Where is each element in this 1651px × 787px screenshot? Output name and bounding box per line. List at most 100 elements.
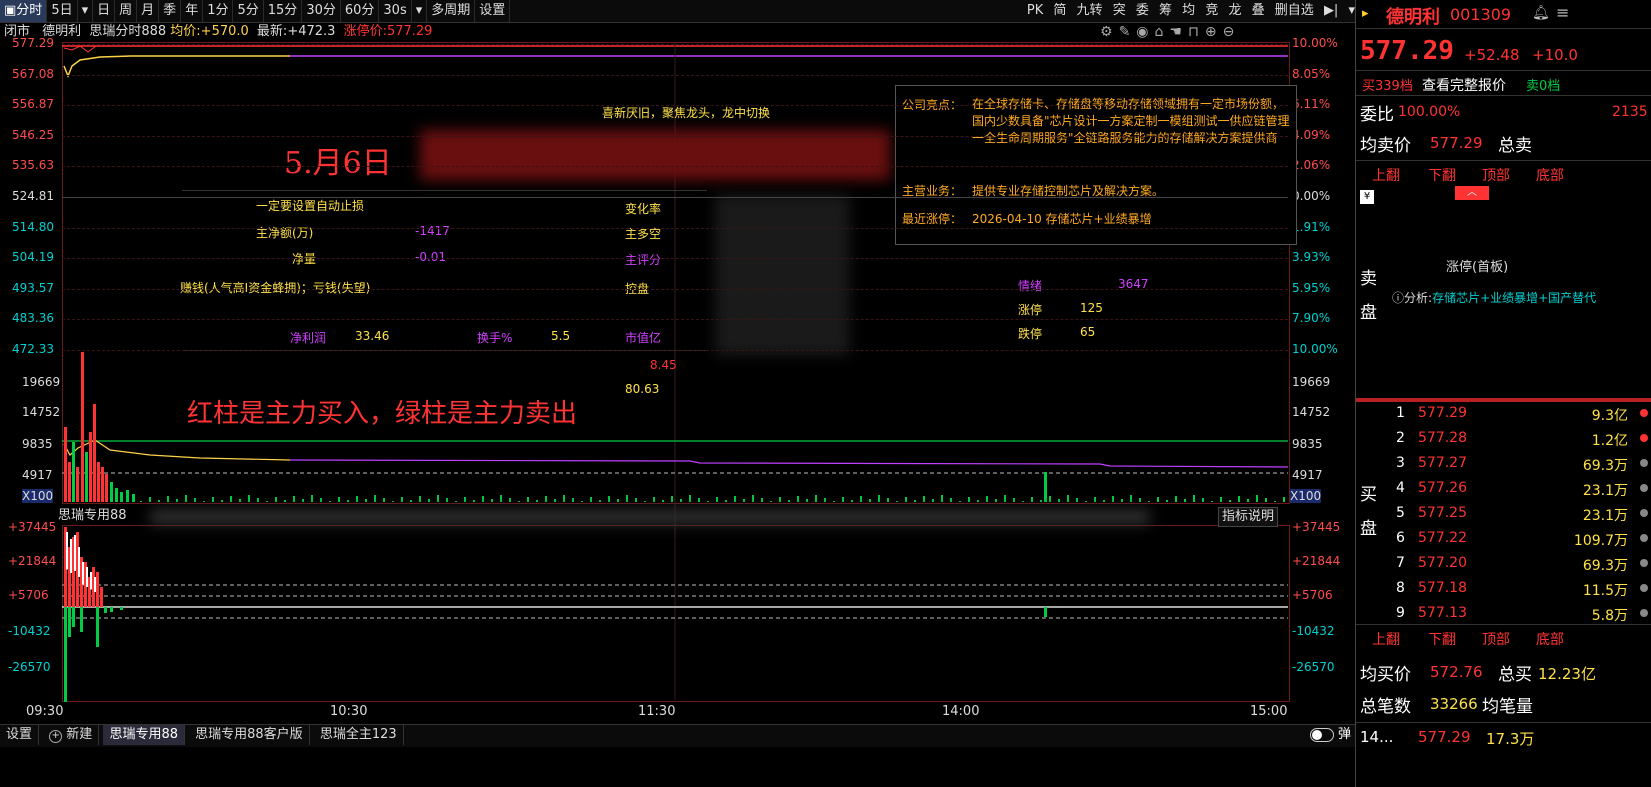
volume-bar: [788, 500, 790, 502]
popup-toggle[interactable]: 弹: [1309, 726, 1351, 744]
tab-indicator-88[interactable]: 思瑞专用88: [103, 725, 185, 745]
volume-bar: [1211, 501, 1213, 502]
status-dot-icon: [1640, 434, 1648, 442]
volume-bar: [626, 495, 628, 502]
tab-indicator-123[interactable]: 思瑞全主123: [314, 725, 404, 745]
money-rule: 赚钱(人气高I资金蜂拥)；亏钱(失望): [180, 281, 371, 295]
date-annotation: 5.月6日: [284, 146, 392, 181]
net-value: -0.01: [415, 250, 447, 264]
page-up-button[interactable]: 上翻: [1372, 629, 1400, 649]
page-down-button[interactable]: 下翻: [1428, 165, 1456, 185]
collapse-icon[interactable]: ▸: [1362, 6, 1369, 21]
volume-bar: [85, 452, 88, 502]
bid-volume: 9.3亿: [1591, 408, 1628, 424]
bid-row[interactable]: 6 577.22 109.7万: [1356, 527, 1651, 551]
bid-row[interactable]: 7 577.20 69.3万: [1356, 552, 1651, 576]
volume-bar: [115, 488, 118, 502]
menu-icon[interactable]: ≡: [1556, 3, 1569, 22]
avg-price-line-start: [63, 55, 290, 79]
blurred-indicator-values: [150, 510, 1150, 524]
divider: [1356, 28, 1651, 29]
grid-line: [62, 258, 1288, 260]
total-sell-label: 总卖: [1498, 136, 1532, 156]
bid-row[interactable]: 8 577.18 11.5万: [1356, 577, 1651, 601]
market-cap-label: 市值亿: [625, 331, 662, 345]
volume-bar: [1157, 497, 1159, 502]
price-wiggle: [63, 45, 97, 53]
settings-button[interactable]: 设置: [0, 725, 40, 745]
buy-levels-tab[interactable]: 买339档: [1362, 75, 1413, 94]
volume-bar: [833, 501, 835, 502]
volume-bar: [311, 495, 313, 502]
page-up-button[interactable]: 上翻: [1372, 165, 1400, 185]
bid-price: 577.29: [1418, 405, 1467, 421]
bid-level: 3: [1396, 455, 1405, 471]
net-main-label: 主净额(万): [256, 226, 314, 240]
page-top-button[interactable]: 顶部: [1482, 165, 1510, 185]
volume-bar: [1229, 500, 1231, 502]
volume-ma-curve: [289, 459, 1289, 468]
total-trades-value: 33266: [1430, 695, 1478, 713]
volume-bar: [167, 496, 169, 502]
page-down-button[interactable]: 下翻: [1428, 629, 1456, 649]
volume-bar: [320, 498, 322, 502]
volume-bar: [725, 500, 727, 502]
page-bottom-button[interactable]: 底部: [1536, 165, 1564, 185]
bid-row[interactable]: 3 577.27 69.3万: [1356, 452, 1651, 476]
bid-volume: 1.2亿: [1591, 433, 1628, 449]
grid-line: [62, 105, 1288, 107]
bid-row[interactable]: 4 577.26 23.1万: [1356, 477, 1651, 501]
volume-bar: [905, 497, 907, 502]
page-top-button[interactable]: 顶部: [1482, 629, 1510, 649]
bid-price: 577.26: [1418, 480, 1467, 496]
bid-price: 577.27: [1418, 455, 1467, 471]
volume-bar: [518, 501, 520, 502]
bid-row[interactable]: 1 577.29 9.3亿: [1356, 402, 1651, 426]
volume-bar: [959, 501, 961, 502]
volume-bar: [671, 496, 673, 502]
volume-bar: [851, 500, 853, 502]
new-tab-button[interactable]: + 新建: [43, 725, 100, 745]
bell-icon[interactable]: 🔔︎: [1532, 5, 1550, 21]
volume-bar: [644, 501, 646, 502]
volume-bar: [509, 498, 511, 502]
sell-levels-tab[interactable]: 卖0档: [1526, 75, 1560, 94]
bid-row[interactable]: 2 577.28 1.2亿: [1356, 427, 1651, 451]
status-dot-icon: [1640, 459, 1648, 467]
recent-limit-label: 最近涨停：: [902, 212, 963, 226]
volume-bar: [599, 500, 601, 502]
time-label: 14:00: [942, 704, 980, 719]
volume-bar: [132, 494, 135, 502]
bid-row[interactable]: 9 577.13 5.8万: [1356, 602, 1651, 626]
volume-bar: [698, 498, 700, 502]
time-label-open: 09:30: [26, 704, 64, 719]
bid-volume: 69.3万: [1582, 558, 1628, 574]
tab-indicator-88-client[interactable]: 思瑞专用88客户版: [189, 725, 310, 745]
turnover-label: 换手%: [477, 331, 513, 345]
volume-bar: [419, 496, 421, 502]
volume-bar: [176, 499, 178, 502]
volume-bar: [1031, 497, 1033, 502]
indicator-explain-button[interactable]: 指标说明: [1218, 507, 1279, 527]
volume-bar: [995, 499, 997, 502]
volume-bar: [914, 500, 916, 502]
indicator-bar-white: [90, 572, 92, 590]
view-full-quote-button[interactable]: 查看完整报价: [1422, 75, 1506, 95]
grid-line: [62, 227, 1288, 229]
volume-bar: [1184, 499, 1186, 502]
volume-bar: [1112, 496, 1114, 502]
bid-level: 6: [1396, 530, 1405, 546]
volume-bar: [446, 498, 448, 502]
expand-up-icon[interactable]: ︿: [1455, 186, 1489, 200]
bid-volume: 11.5万: [1582, 583, 1628, 599]
indicator-axis-label: -10432: [8, 624, 51, 638]
change-rate-label: 变化率: [625, 202, 662, 216]
total-trades-label: 总笔数: [1360, 697, 1411, 717]
indicator-bar-white: [86, 567, 88, 587]
status-dot-icon: [1640, 559, 1648, 567]
overlay-divider: [182, 190, 707, 191]
page-bottom-button[interactable]: 底部: [1536, 629, 1564, 649]
bid-row[interactable]: 5 577.25 23.1万: [1356, 502, 1651, 526]
quote-panel: ▸ 德明利 001309 🔔︎ ≡ 577.29 +52.48 +10.0 买3…: [1355, 0, 1651, 787]
indicator-bar-white: [74, 535, 76, 571]
